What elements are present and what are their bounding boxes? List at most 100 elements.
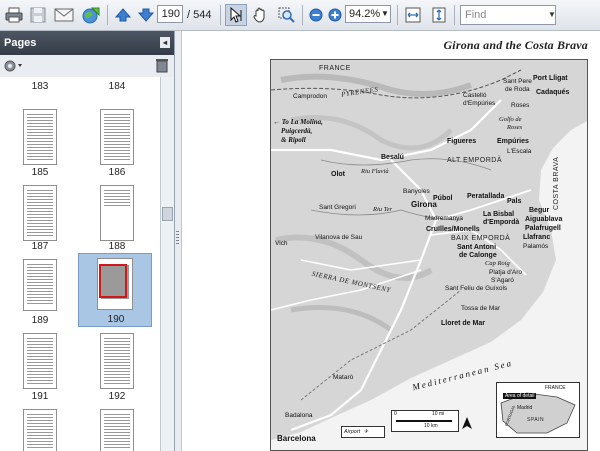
thumbnail-189[interactable]: 189 xyxy=(3,255,77,329)
map-label: Mataró xyxy=(333,374,354,381)
scale-zero: 0 xyxy=(394,411,397,417)
map-label: Castelló xyxy=(463,92,487,99)
thumbnail-scrollbar[interactable] xyxy=(160,77,174,451)
page-thumbnails: 183 184 185 186 187 188 189 190 191 192 xyxy=(0,77,160,451)
map-label: Port Lligat xyxy=(533,75,568,82)
panel-splitter[interactable] xyxy=(175,31,182,451)
inset-map: Area of detail FRANCE Madrid SPAIN PORTU… xyxy=(496,382,580,438)
map-label: Peratallada xyxy=(467,193,505,200)
map-label: L'Escala xyxy=(507,148,532,155)
page-title: Girona and the Costa Brava xyxy=(443,38,588,52)
map-label: d'Empordà xyxy=(483,219,520,226)
print-icon[interactable] xyxy=(3,4,25,26)
map-label: Barcelona xyxy=(277,434,316,443)
map-label: Vilanova de Sau xyxy=(315,234,363,241)
zoom-dropdown-icon[interactable]: ▼ xyxy=(381,9,389,18)
thumbnail-187[interactable]: 187 xyxy=(3,181,77,257)
thumbnail-label: 192 xyxy=(108,391,126,402)
map-label: Olot xyxy=(331,171,345,178)
map-label: Camprodon xyxy=(293,93,327,100)
map-label: Besalú xyxy=(381,154,404,161)
thumbnail-label: 188 xyxy=(108,241,126,252)
page-number-input[interactable]: 190 xyxy=(157,5,183,23)
scale-km: 10 km xyxy=(424,423,438,429)
scrollbar-thumb[interactable] xyxy=(162,207,173,221)
toolbar: 190 / 544 94.2% ▼ Find ▼ xyxy=(0,0,600,31)
thumbnail-183[interactable]: 183 xyxy=(3,77,77,97)
map-label: Sant Antoni xyxy=(457,244,497,251)
inset-madrid-label: Madrid xyxy=(517,405,533,411)
save-icon[interactable] xyxy=(27,4,49,26)
map-label: COSTA BRAVA xyxy=(553,156,560,210)
options-gear-icon[interactable] xyxy=(3,58,25,77)
marquee-zoom-icon[interactable] xyxy=(275,4,299,26)
map-label: ← To La Molina, xyxy=(273,118,323,126)
map-label: Riu Ter xyxy=(373,206,393,213)
thumbnail-192[interactable]: 192 xyxy=(80,331,154,407)
map-label: Sant Pere xyxy=(503,78,532,85)
delete-page-icon[interactable] xyxy=(155,58,169,76)
email-icon[interactable] xyxy=(52,4,76,26)
map-label: Sant Gregori xyxy=(319,204,356,211)
find-dropdown-icon[interactable]: ▼ xyxy=(548,10,556,19)
map-label: BAIX EMPORDÀ xyxy=(451,235,511,242)
prev-page-icon[interactable] xyxy=(112,4,134,26)
scale-miles: 10 mi xyxy=(432,411,445,417)
map-label: Roses xyxy=(507,124,523,131)
airport-legend: Airport ✈ xyxy=(341,426,385,438)
find-input[interactable]: Find xyxy=(460,5,556,25)
map-label: Riu Fluvià xyxy=(361,168,389,175)
collapse-panel-icon[interactable]: ◂ xyxy=(160,37,170,48)
zoom-in-icon[interactable] xyxy=(326,4,344,26)
document-view: Girona and the Costa Brava FRANCE PYRENE… xyxy=(182,31,600,451)
thumbnail-184[interactable]: 184 xyxy=(80,77,154,97)
thumbnail-label: 183 xyxy=(31,81,49,92)
thumbnail-193[interactable] xyxy=(3,407,77,451)
airport-label: Airport xyxy=(344,429,361,435)
map-label: Cadaqués xyxy=(536,89,570,96)
thumbnail-190[interactable]: 190 xyxy=(78,253,152,327)
pages-panel: Pages ◂ 183 184 185 186 187 188 189 190 … xyxy=(0,31,175,451)
map-label: Golfo de xyxy=(499,116,522,123)
thumbnail-label: 184 xyxy=(108,81,126,92)
fit-page-icon[interactable] xyxy=(428,4,450,26)
select-cursor-icon[interactable] xyxy=(225,4,247,26)
thumbnail-label: 191 xyxy=(31,391,49,402)
thumbnail-186[interactable]: 186 xyxy=(80,105,154,181)
map-label: Puigcerdà, xyxy=(281,127,313,135)
map-label: Tossa de Mar xyxy=(461,305,501,312)
map-label: Girona xyxy=(411,200,437,209)
map-label: Figueres xyxy=(447,138,477,145)
map-label: Roses xyxy=(511,102,530,109)
map-label: Banyoles xyxy=(403,188,430,195)
thumbnail-185[interactable]: 185 xyxy=(3,105,77,181)
pages-panel-tools xyxy=(0,55,174,78)
map-label: Cruïlles/Monells xyxy=(426,226,480,233)
thumbnail-194[interactable] xyxy=(80,407,154,451)
map: FRANCE PYRENEES Camprodon ← To La Molina… xyxy=(270,59,588,451)
inset-area-label: Area of detail xyxy=(503,393,537,399)
web-icon[interactable] xyxy=(79,4,103,26)
map-label: Lloret de Mar xyxy=(441,320,485,327)
next-page-icon[interactable] xyxy=(136,4,156,26)
thumbnail-188[interactable]: 188 xyxy=(80,181,154,257)
pages-panel-header: Pages ◂ xyxy=(0,31,174,55)
map-label: Vich xyxy=(275,240,288,247)
scale-bar: 0 10 mi 10 km xyxy=(391,410,459,432)
fit-width-icon[interactable] xyxy=(402,4,424,26)
map-label: Empúries xyxy=(497,138,529,145)
map-label: Pals xyxy=(507,198,522,205)
airplane-icon: ✈ xyxy=(363,429,369,435)
map-label: de Roda xyxy=(505,86,530,93)
map-label: Aiguablava xyxy=(525,216,563,223)
thumbnail-label: 190 xyxy=(107,314,125,325)
hand-icon[interactable] xyxy=(249,4,271,26)
map-label: La Bisbal xyxy=(483,211,515,218)
map-label: Begur xyxy=(529,207,550,214)
map-label: Sant Feliu de Guíxols xyxy=(445,285,508,292)
zoom-out-icon[interactable] xyxy=(307,4,325,26)
map-label: & Ripoll xyxy=(281,136,306,144)
map-label: d'Empúries xyxy=(463,100,496,107)
thumbnail-191[interactable]: 191 xyxy=(3,331,77,407)
map-label: Platja d'Aro xyxy=(489,269,523,276)
